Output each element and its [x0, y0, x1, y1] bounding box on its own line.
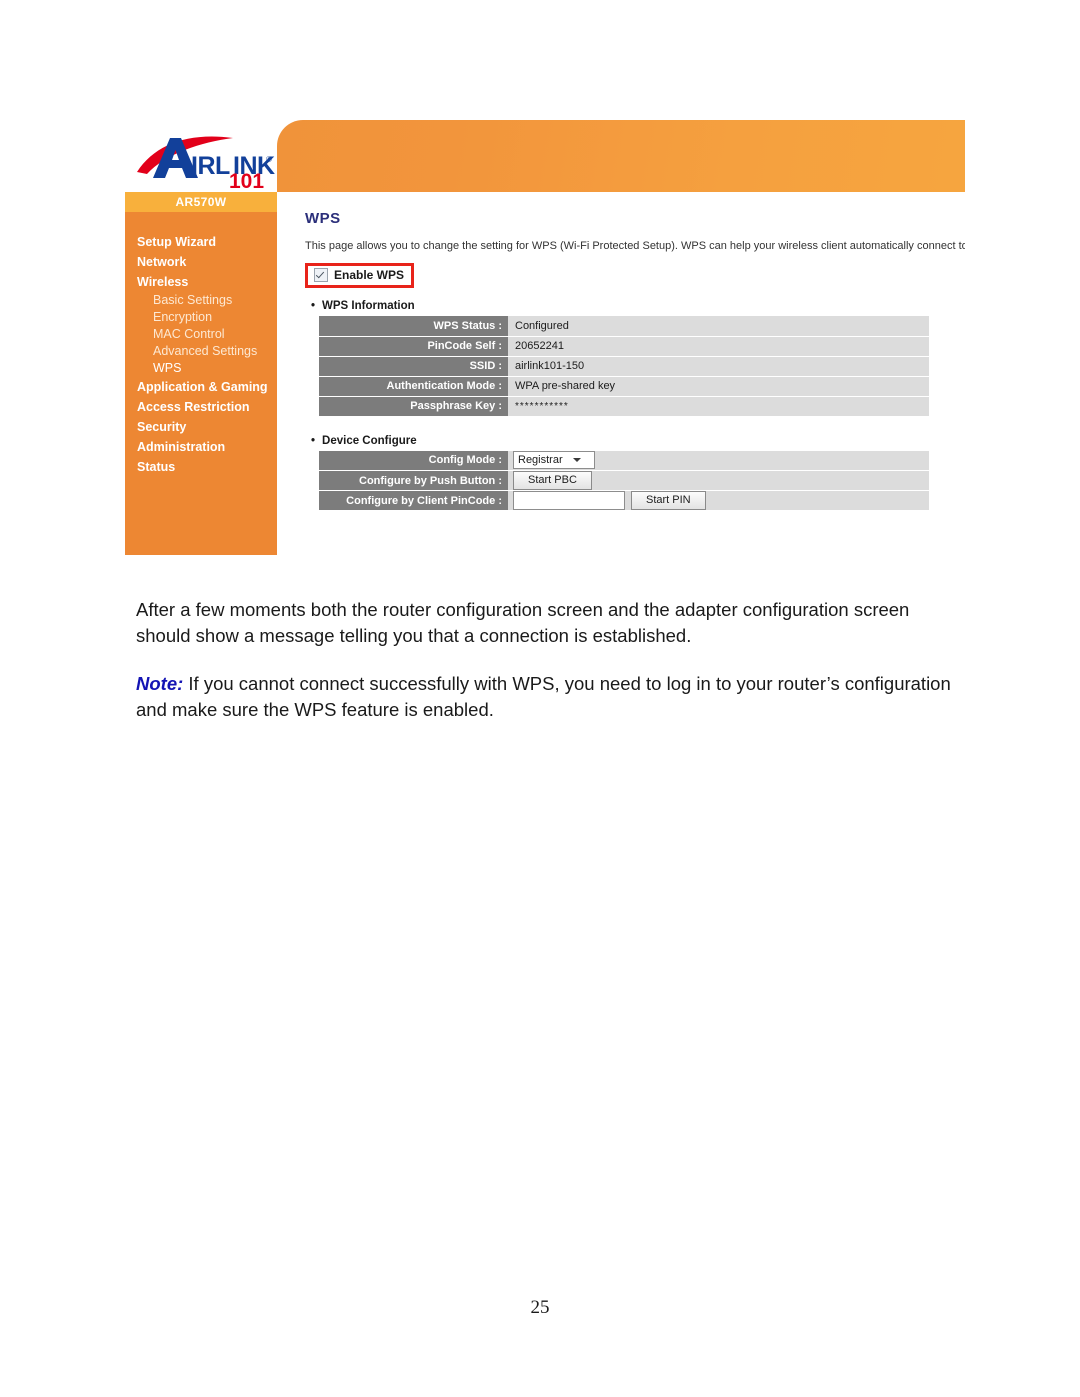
sidebar-item-administration[interactable]: Administration: [137, 437, 277, 457]
model-badge: AR570W: [125, 192, 277, 212]
note-body: If you cannot connect successfully with …: [136, 672, 951, 720]
config-mode-cell: Registrar: [508, 450, 929, 471]
note-label: Note:: [136, 672, 184, 694]
wps-status-label: WPS Status :: [319, 316, 508, 337]
device-configure-table: Config Mode : Registrar Configure by Pus…: [319, 450, 929, 511]
svg-text:®: ®: [266, 155, 272, 164]
client-pincode-cell: Start PIN: [508, 490, 929, 511]
sidebar-item-encryption[interactable]: Encryption: [137, 309, 277, 326]
pincode-self-value: 20652241: [508, 336, 929, 357]
body-paragraph-1: After a few moments both the router conf…: [136, 598, 910, 646]
sidebar-nav: Setup Wizard Network Wireless Basic Sett…: [125, 212, 277, 477]
airlink101-logo: IRL INK ® 101: [129, 124, 277, 188]
authentication-mode-value: WPA pre-shared key: [508, 376, 929, 397]
push-button-label: Configure by Push Button :: [319, 470, 508, 491]
ssid-label: SSID :: [319, 356, 508, 377]
body-paragraph-note: Note: If you cannot connect successfully…: [136, 671, 966, 723]
table-row: Passphrase Key : ***********: [319, 396, 929, 417]
start-pin-button[interactable]: Start PIN: [631, 491, 706, 510]
ssid-value: airlink101-150: [508, 356, 929, 377]
sidebar-item-status[interactable]: Status: [137, 457, 277, 477]
sidebar-item-setup-wizard[interactable]: Setup Wizard: [137, 232, 277, 252]
config-mode-select[interactable]: Registrar: [513, 451, 595, 470]
client-pincode-label: Configure by Client PinCode :: [319, 490, 508, 511]
ui-header: Wireless 150 Broad IRL INK ® 101: [125, 120, 965, 192]
page-description: This page allows you to change the setti…: [305, 240, 965, 252]
chevron-down-icon: [572, 458, 581, 463]
table-row: Authentication Mode : WPA pre-shared key: [319, 376, 929, 397]
authentication-mode-label: Authentication Mode :: [319, 376, 508, 397]
table-row: SSID : airlink101-150: [319, 356, 929, 377]
device-configure-heading: Device Configure: [311, 435, 965, 447]
config-mode-value: Registrar: [518, 454, 563, 467]
enable-wps-label: Enable WPS: [334, 268, 405, 282]
product-title: Wireless 150 Broad: [855, 156, 965, 176]
sidebar-item-advanced-settings[interactable]: Advanced Settings: [137, 343, 277, 360]
push-button-cell: Start PBC: [508, 470, 929, 491]
page-number: 25: [530, 1297, 550, 1318]
start-pbc-button[interactable]: Start PBC: [513, 471, 592, 490]
ui-sidebar: AR570W Setup Wizard Network Wireless Bas…: [125, 192, 277, 555]
sidebar-item-access-restriction[interactable]: Access Restriction: [137, 397, 277, 417]
table-row: PinCode Self : 20652241: [319, 336, 929, 357]
enable-wps-highlight: Enable WPS: [305, 263, 415, 288]
table-row: WPS Status : Configured: [319, 316, 929, 337]
sidebar-item-basic-settings[interactable]: Basic Settings: [137, 292, 277, 309]
svg-text:101: 101: [229, 170, 264, 188]
sidebar-item-security[interactable]: Security: [137, 417, 277, 437]
device-configure-section: Device Configure Config Mode : Registrar…: [305, 435, 965, 511]
pincode-self-label: PinCode Self :: [319, 336, 508, 357]
sidebar-item-mac-control[interactable]: MAC Control: [137, 326, 277, 343]
page-title: WPS: [305, 210, 341, 227]
sidebar-item-network[interactable]: Network: [137, 252, 277, 272]
passphrase-key-label: Passphrase Key :: [319, 396, 508, 417]
header-orange-bar: Wireless 150 Broad: [277, 120, 965, 192]
ui-content-pane: WPS This page allows you to change the s…: [277, 192, 965, 555]
sidebar-item-application-gaming[interactable]: Application & Gaming: [137, 377, 277, 397]
sidebar-item-wireless[interactable]: Wireless: [137, 272, 277, 292]
wps-information-heading: WPS Information: [311, 300, 965, 312]
enable-wps-checkbox[interactable]: [314, 268, 328, 282]
wps-status-value: Configured: [508, 316, 929, 337]
config-mode-label: Config Mode :: [319, 450, 508, 471]
sidebar-item-wps[interactable]: WPS: [137, 360, 277, 377]
table-row: Config Mode : Registrar: [319, 450, 929, 471]
enable-wps-row[interactable]: Enable WPS: [314, 268, 404, 282]
passphrase-key-value: ***********: [508, 396, 929, 417]
svg-text:IRL: IRL: [191, 152, 230, 180]
table-row: Configure by Client PinCode : Start PIN: [319, 490, 929, 511]
wps-information-table: WPS Status : Configured PinCode Self : 2…: [319, 316, 929, 417]
client-pincode-input[interactable]: [513, 491, 625, 510]
table-row: Configure by Push Button : Start PBC: [319, 470, 929, 491]
router-ui-screenshot: Wireless 150 Broad IRL INK ® 101 AR570W …: [125, 120, 965, 555]
